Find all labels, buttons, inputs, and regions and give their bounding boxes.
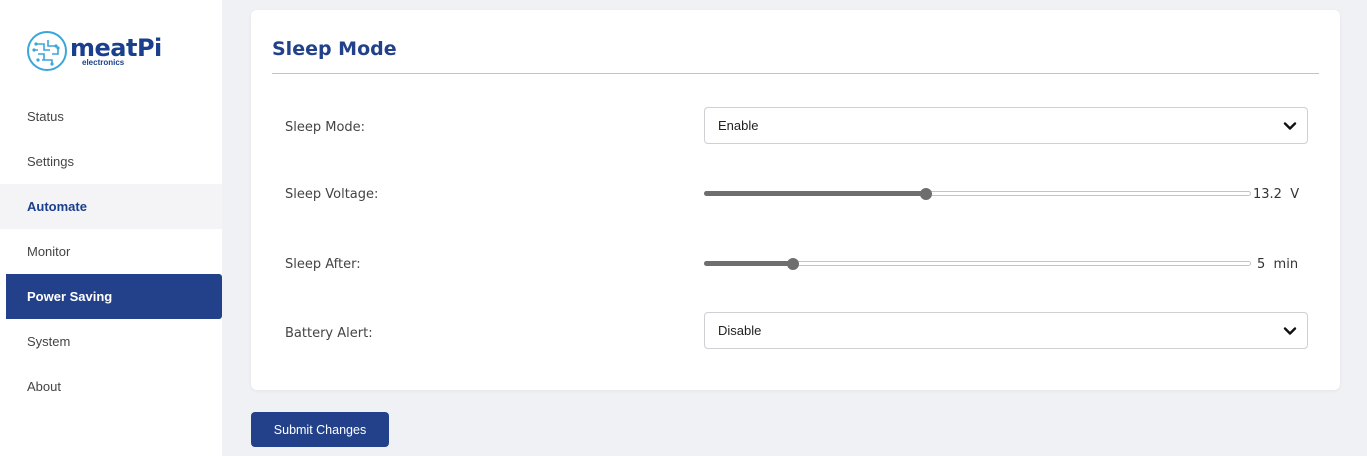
sidebar: meatPi electronics Status Settings Autom… <box>0 0 222 456</box>
sleep-mode-select[interactable]: Enable <box>704 107 1308 144</box>
sleep-voltage-readout: 13.2 V <box>1253 187 1299 202</box>
sleep-after-readout: 5 min <box>1257 257 1298 272</box>
brand-name: meatPi <box>70 33 162 62</box>
brand-text: meatPi electronics <box>70 36 162 67</box>
sleep-mode-card: Sleep Mode Sleep Mode: Enable Sleep Volt… <box>251 10 1340 390</box>
chevron-down-icon <box>1283 327 1297 335</box>
brand-logo[interactable]: meatPi electronics <box>26 30 162 72</box>
sleep-after-label: Sleep After: <box>285 257 361 272</box>
nav-item-system[interactable]: System <box>0 319 222 364</box>
battery-alert-select[interactable]: Disable <box>704 312 1308 349</box>
nav-item-power-saving[interactable]: Power Saving <box>6 274 222 319</box>
sleep-voltage-unit: V <box>1290 187 1300 202</box>
submit-changes-button[interactable]: Submit Changes <box>251 412 389 447</box>
sleep-after-unit: min <box>1273 257 1299 272</box>
slider-fill <box>704 191 926 196</box>
nav-item-about[interactable]: About <box>0 364 222 409</box>
nav-item-status[interactable]: Status <box>0 94 222 139</box>
sleep-voltage-slider[interactable] <box>704 187 1251 201</box>
card-title: Sleep Mode <box>272 38 397 60</box>
sleep-mode-value: Enable <box>718 118 759 133</box>
meatpi-logo-icon <box>27 31 67 71</box>
slider-fill <box>704 261 793 266</box>
nav-item-automate[interactable]: Automate <box>0 184 222 229</box>
sleep-mode-label: Sleep Mode: <box>285 120 366 135</box>
card-divider <box>272 73 1319 74</box>
sleep-voltage-label: Sleep Voltage: <box>285 187 379 202</box>
sidebar-nav: Status Settings Automate Monitor Power S… <box>0 94 222 409</box>
battery-alert-value: Disable <box>718 323 762 338</box>
slider-thumb[interactable] <box>786 258 799 270</box>
nav-item-monitor[interactable]: Monitor <box>0 229 222 274</box>
slider-thumb[interactable] <box>919 188 932 200</box>
sleep-after-slider[interactable] <box>704 257 1251 271</box>
nav-item-settings[interactable]: Settings <box>0 139 222 184</box>
sleep-after-value: 5 <box>1257 257 1266 272</box>
sleep-voltage-value: 13.2 <box>1253 187 1282 202</box>
battery-alert-label: Battery Alert: <box>285 326 373 341</box>
chevron-down-icon <box>1283 122 1297 130</box>
